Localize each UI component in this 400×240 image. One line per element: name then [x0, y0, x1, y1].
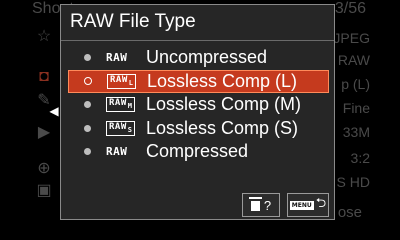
- option-label: Lossless Comp (L): [147, 70, 298, 91]
- option-compressed[interactable]: RAW Compressed: [68, 140, 329, 164]
- option-label: Compressed: [146, 141, 249, 162]
- globe-icon: ⊕: [37, 160, 51, 177]
- toolbox-icon: ▣: [36, 182, 52, 199]
- help-label: ?: [263, 197, 272, 213]
- bg-value: JPEG: [333, 30, 370, 46]
- raw-icon: RAW: [106, 145, 128, 159]
- trash-icon: [248, 197, 262, 211]
- star-icon: ☆: [36, 28, 52, 45]
- option-uncompressed[interactable]: RAW Uncompressed: [68, 46, 329, 70]
- bg-close-label: ose: [337, 204, 362, 221]
- bg-value: p (L): [341, 76, 370, 92]
- play-icon: ▶: [37, 124, 51, 141]
- bg-value: 33M: [342, 124, 370, 140]
- option-label: Uncompressed: [146, 47, 268, 68]
- raw-m-icon: RAWM: [106, 97, 136, 113]
- return-arrow-icon: ⮌: [315, 195, 327, 210]
- radio-icon: [84, 148, 91, 156]
- bg-value: 3:2: [350, 150, 370, 166]
- option-lossless-s[interactable]: RAWS Lossless Comp (S): [68, 117, 329, 141]
- dialog-title: RAW File Type: [70, 11, 196, 32]
- bg-value: RAW: [337, 52, 370, 68]
- option-lossless-m[interactable]: RAWM Lossless Comp (M): [68, 93, 329, 117]
- raw-s-icon: RAWS: [106, 120, 136, 136]
- raw-options-list: RAW Uncompressed RAWL Lossless Comp (L) …: [61, 46, 334, 164]
- bg-page-indicator: 3/56: [334, 0, 366, 17]
- camera-icon: ◘: [39, 68, 49, 85]
- radio-icon: [84, 124, 91, 132]
- option-label: Lossless Comp (S): [146, 117, 299, 138]
- option-lossless-l[interactable]: RAWL Lossless Comp (L): [68, 69, 329, 93]
- bg-value: S HD: [336, 174, 370, 190]
- bg-value: Fine: [342, 100, 370, 116]
- radio-icon: [84, 54, 91, 62]
- raw-file-type-dialog: RAW File Type RAW Uncompressed RAWL Loss…: [60, 4, 335, 220]
- title-divider: [61, 40, 334, 41]
- radio-selected-icon: [84, 77, 92, 86]
- menu-tag: MENU: [289, 200, 314, 210]
- back-button[interactable]: MENU ⮌: [287, 193, 329, 217]
- raw-l-icon: RAWL: [107, 73, 137, 89]
- radio-icon: [84, 101, 91, 109]
- option-label: Lossless Comp (M): [146, 94, 302, 115]
- help-button[interactable]: ?: [242, 193, 280, 217]
- raw-icon: RAW: [106, 51, 128, 65]
